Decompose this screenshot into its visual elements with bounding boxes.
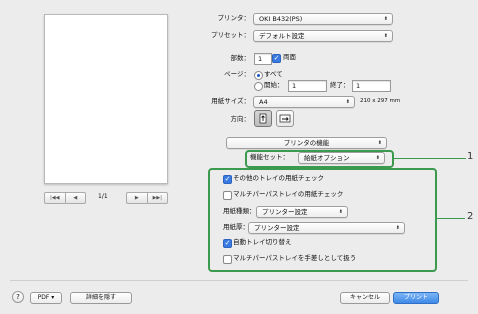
feature-set-popup[interactable]: 給紙オプション ⬍ xyxy=(298,152,385,164)
page-indicator: 1/1 xyxy=(98,193,108,200)
first-page-button[interactable]: |◀◀ xyxy=(45,193,65,203)
pdf-menu-button[interactable]: PDF ▾ xyxy=(30,292,62,304)
paper-weight-popup[interactable]: プリンター設定 ⬍ xyxy=(248,222,405,234)
last-page-button[interactable]: ▶▶| xyxy=(146,193,168,203)
duplex-checkbox[interactable]: ✓ xyxy=(272,54,281,63)
chevron-updown-icon: ⬍ xyxy=(377,140,382,146)
preset-popup[interactable]: デフォルト設定 ⬍ xyxy=(253,30,393,42)
hide-details-button[interactable]: 詳細を隠す xyxy=(70,292,132,304)
orientation-label: 方向： xyxy=(230,115,251,123)
section-value: プリンタの機能 xyxy=(283,139,330,147)
preview-nav-forward-group: ▶ ▶▶| xyxy=(126,192,168,204)
pages-all-label: すべて xyxy=(264,70,283,78)
cancel-button[interactable]: キャンセル xyxy=(340,292,390,304)
chevron-updown-icon: ⬍ xyxy=(375,155,380,161)
pages-label: ページ： xyxy=(224,70,250,78)
chevron-updown-icon: ⬍ xyxy=(383,16,388,22)
printer-popup[interactable]: OKI B432(PS) ⬍ xyxy=(253,13,393,25)
mp-tray-check-checkbox[interactable] xyxy=(223,191,232,200)
preset-label: プリセット： xyxy=(211,31,250,39)
chevron-updown-icon: ⬍ xyxy=(383,33,388,39)
copies-input[interactable]: 1 xyxy=(254,53,272,65)
mp-manual-label: マルチパーパストレイを手差しとして扱う xyxy=(233,254,357,262)
paper-type-popup[interactable]: プリンター設定 ⬍ xyxy=(256,206,348,218)
preview-nav-back-group: |◀◀ ◀ xyxy=(44,192,86,204)
paper-type-value: プリンター設定 xyxy=(262,208,308,216)
paper-size-label: 用紙サイズ： xyxy=(211,97,250,105)
paper-dims: 210 x 297 mm xyxy=(360,98,401,104)
next-page-button[interactable]: ▶ xyxy=(127,193,147,203)
pages-end-input[interactable]: 1 xyxy=(352,80,391,92)
orientation-portrait-button[interactable] xyxy=(254,110,272,127)
chevron-updown-icon: ⬍ xyxy=(338,209,343,215)
auto-tray-switch-label: 自動トレイ切り替え xyxy=(233,238,292,246)
help-button[interactable]: ? xyxy=(12,291,24,303)
paper-weight-value: プリンター設定 xyxy=(254,224,300,232)
feature-set-value: 給紙オプション xyxy=(304,154,350,162)
printer-label: プリンタ： xyxy=(217,14,251,22)
duplex-label: 両面 xyxy=(283,53,296,61)
section-popup[interactable]: プリンタの機能 ⬍ xyxy=(226,137,387,149)
printer-value: OKI B432(PS) xyxy=(259,15,303,23)
chevron-updown-icon: ⬍ xyxy=(345,99,350,105)
pages-all-radio[interactable] xyxy=(254,71,263,80)
landscape-icon xyxy=(279,114,291,123)
prev-page-button[interactable]: ◀ xyxy=(64,193,86,203)
pages-start-label: 開始： xyxy=(264,81,284,89)
callout-2-line xyxy=(435,218,465,219)
paper-size-value: A4 xyxy=(259,98,268,106)
feature-set-label: 機能セット： xyxy=(250,153,289,161)
copies-label: 部数： xyxy=(230,54,251,62)
paper-weight-label: 用紙厚： xyxy=(223,223,249,231)
tray-check-checkbox[interactable]: ✓ xyxy=(223,175,232,184)
chevron-updown-icon: ⬍ xyxy=(395,225,400,231)
callout-2-number: 2 xyxy=(467,211,474,222)
portrait-icon xyxy=(259,113,267,124)
mp-tray-check-label: マルチパーパストレイの用紙チェック xyxy=(233,190,344,198)
print-dialog: |◀◀ ◀ 1/1 ▶ ▶▶| プリンタ： OKI B432(PS) ⬍ プリセ… xyxy=(0,0,478,314)
auto-tray-switch-checkbox[interactable]: ✓ xyxy=(223,239,232,248)
orientation-landscape-button[interactable] xyxy=(276,110,294,127)
callout-1-number: 1 xyxy=(467,151,474,162)
pages-range-radio[interactable] xyxy=(254,82,263,91)
pages-start-input[interactable]: 1 xyxy=(288,80,327,92)
page-preview xyxy=(44,14,168,184)
paper-type-label: 用紙種類： xyxy=(223,207,256,215)
preset-value: デフォルト設定 xyxy=(259,32,305,40)
mp-manual-checkbox[interactable] xyxy=(223,255,232,264)
pages-end-label: 終了： xyxy=(330,81,350,89)
print-button[interactable]: プリント xyxy=(393,292,439,304)
tray-check-label: その他のトレイの用紙チェック xyxy=(233,174,324,182)
paper-size-popup[interactable]: A4 ⬍ xyxy=(253,96,355,108)
footer-divider xyxy=(10,280,468,281)
callout-1-line xyxy=(394,158,466,159)
